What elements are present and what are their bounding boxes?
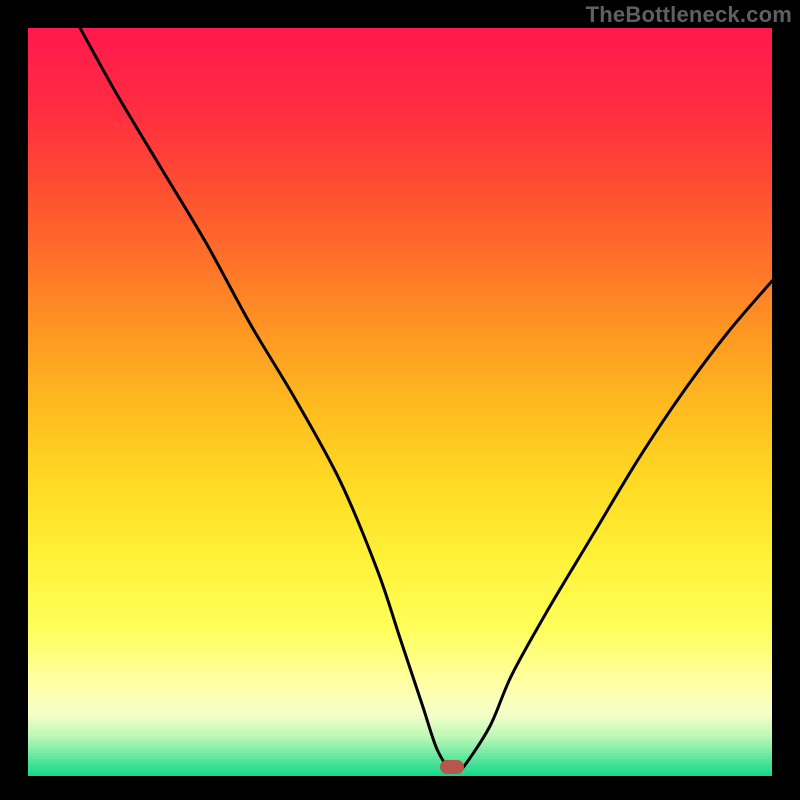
- plot-area: [28, 28, 772, 772]
- chart-frame: TheBottleneck.com: [0, 0, 800, 800]
- optimum-marker: [440, 760, 464, 774]
- watermark-text: TheBottleneck.com: [586, 2, 792, 28]
- bottleneck-curve: [80, 28, 772, 772]
- curve-layer: [28, 28, 772, 772]
